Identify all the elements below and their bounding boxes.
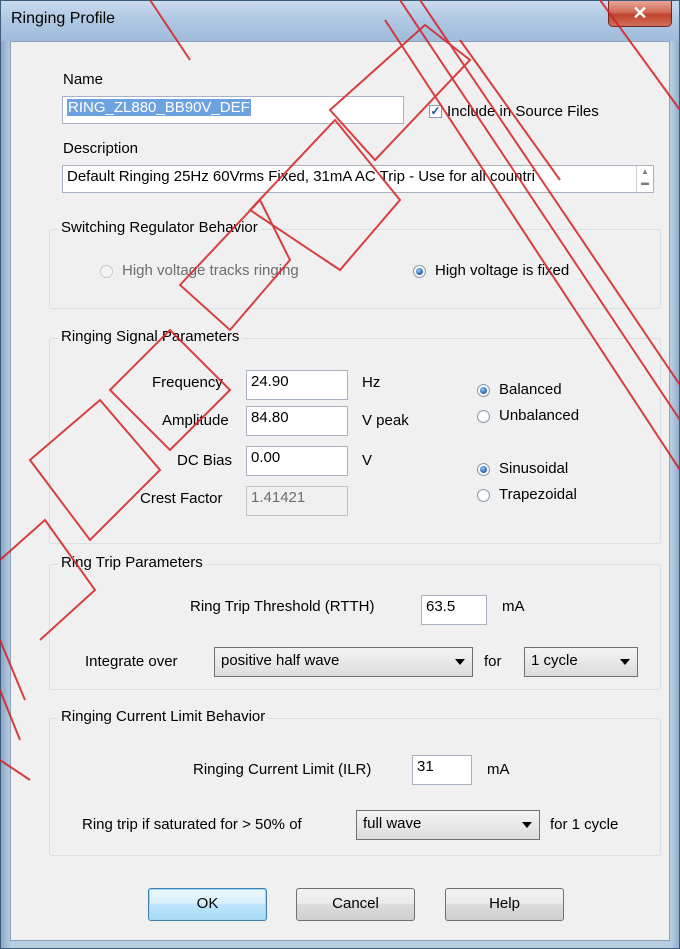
integrate-over-label: Integrate over [85, 653, 178, 670]
dc-bias-unit: V [362, 452, 373, 469]
include-source-label: Include in Source Files [447, 103, 599, 120]
close-button[interactable]: ✕ [608, 1, 672, 27]
ringing-signal-group: Ringing Signal Parameters Frequency 24.9… [49, 328, 661, 544]
crest-factor-value: 1.41421 [251, 489, 306, 506]
crest-factor-input: 1.41421 [246, 486, 348, 516]
amplitude-unit: V peak [362, 412, 409, 429]
dc-bias-label: DC Bias [177, 452, 233, 469]
voltage-fixed-label: High voltage is fixed [435, 262, 570, 279]
ilr-value: 31 [417, 758, 434, 775]
ring-trip-group: Ring Trip Parameters Ring Trip Threshold… [49, 554, 661, 690]
current-limit-title: Ringing Current Limit Behavior [58, 708, 269, 725]
frequency-value: 24.90 [251, 373, 289, 390]
radio-balanced[interactable] [477, 384, 490, 397]
name-value: RING_ZL880_BB90V_DEF [67, 99, 251, 116]
ringing-signal-title: Ringing Signal Parameters [58, 328, 243, 345]
radio-sinusoidal[interactable] [477, 463, 490, 476]
description-scroll[interactable]: ▲ ▬ [636, 166, 652, 192]
crest-factor-label: Crest Factor [140, 490, 223, 507]
name-label: Name [63, 71, 104, 88]
cancel-button[interactable]: Cancel [296, 888, 415, 921]
rtth-label: Ring Trip Threshold (RTTH) [190, 598, 375, 615]
name-input[interactable]: RING_ZL880_BB90V_DEF [62, 96, 404, 124]
include-source-checkbox[interactable]: ✓ [429, 105, 442, 118]
scroll-down-icon[interactable]: ▬ [641, 178, 649, 187]
ilr-label: Ringing Current Limit (ILR) [193, 761, 372, 778]
balanced-label: Balanced [499, 381, 562, 398]
radio-tracks-ringing[interactable] [100, 265, 113, 278]
dc-bias-value: 0.00 [251, 449, 281, 466]
wave-dropdown[interactable]: full wave [356, 810, 540, 840]
rtth-input[interactable]: 63.5 [421, 595, 487, 625]
unbalanced-label: Unbalanced [499, 407, 580, 424]
for-label: for [484, 653, 502, 670]
rtth-value: 63.5 [426, 598, 456, 615]
scroll-up-icon[interactable]: ▲ [641, 167, 649, 176]
description-value: Default Ringing 25Hz 60Vrms Fixed, 31mA … [67, 168, 535, 185]
dialog-client-area: Name RING_ZL880_BB90V_DEF ✓ Include in S… [10, 41, 670, 941]
tracks-ringing-label: High voltage tracks ringing [122, 262, 299, 279]
sinusoidal-label: Sinusoidal [499, 460, 569, 477]
help-button[interactable]: Help [445, 888, 564, 921]
integrate-over-value: positive half wave [221, 652, 340, 669]
chevron-down-icon [620, 659, 630, 665]
ringing-profile-window: Ringing Profile ✕ Name RING_ZL880_BB90V_… [0, 0, 680, 949]
title-bar[interactable]: Ringing Profile ✕ [1, 1, 679, 41]
trapezoidal-label: Trapezoidal [499, 486, 577, 503]
amplitude-value: 84.80 [251, 409, 289, 426]
radio-trapezoidal[interactable] [477, 489, 490, 502]
window-title: Ringing Profile [11, 10, 116, 27]
cycles-value: 1 cycle [531, 652, 578, 669]
ilr-input[interactable]: 31 [412, 755, 472, 785]
checkmark-icon: ✓ [430, 104, 441, 118]
close-icon: ✕ [632, 3, 648, 23]
switching-regulator-group: Switching Regulator Behavior High voltag… [49, 219, 661, 309]
chevron-down-icon [455, 659, 465, 665]
frequency-label: Frequency [152, 374, 223, 391]
radio-unbalanced[interactable] [477, 410, 490, 423]
cycles-dropdown[interactable]: 1 cycle [524, 647, 638, 677]
amplitude-input[interactable]: 84.80 [246, 406, 348, 436]
switching-regulator-title: Switching Regulator Behavior [58, 219, 261, 236]
frequency-input[interactable]: 24.90 [246, 370, 348, 400]
description-label: Description [63, 140, 139, 157]
chevron-down-icon [522, 822, 532, 828]
frequency-unit: Hz [362, 374, 381, 391]
current-limit-group: Ringing Current Limit Behavior Ringing C… [49, 708, 661, 856]
wave-value: full wave [363, 815, 422, 832]
amplitude-label: Amplitude [162, 412, 229, 429]
dc-bias-input[interactable]: 0.00 [246, 446, 348, 476]
for-one-cycle-label: for 1 cycle [550, 816, 619, 833]
description-input[interactable]: Default Ringing 25Hz 60Vrms Fixed, 31mA … [62, 165, 654, 193]
ilr-unit: mA [487, 761, 510, 778]
radio-voltage-fixed[interactable] [413, 265, 426, 278]
saturated-label: Ring trip if saturated for > 50% of [82, 816, 302, 833]
ring-trip-title: Ring Trip Parameters [58, 554, 206, 571]
rtth-unit: mA [502, 598, 525, 615]
integrate-over-dropdown[interactable]: positive half wave [214, 647, 473, 677]
ok-button[interactable]: OK [148, 888, 267, 921]
